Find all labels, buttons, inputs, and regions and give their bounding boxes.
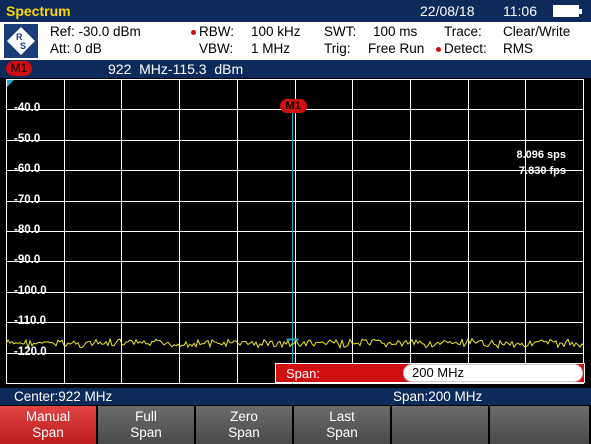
attenuation[interactable]: Att: 0 dB [50, 41, 102, 56]
y-axis-label: -120.0 [14, 346, 47, 358]
trig-label: Trig: [324, 41, 351, 56]
detect-value[interactable]: RMS [503, 41, 533, 56]
center-frequency: Center:922 MHz [14, 389, 113, 404]
trace-value[interactable]: Clear/Write [503, 24, 570, 39]
ref-level-indicator-icon [7, 80, 14, 87]
detect-group: Detect: [436, 41, 487, 56]
battery-icon [553, 5, 582, 17]
svg-text:S: S [20, 41, 26, 51]
vbw-value[interactable]: 1 MHz [251, 41, 290, 56]
y-axis-label: -80.0 [14, 224, 41, 236]
rohde-schwarz-logo-icon: R S [4, 24, 38, 58]
rbw-value[interactable]: 100 kHz [251, 24, 301, 39]
y-axis-label: -110.0 [14, 315, 46, 327]
sweep-rate-fps: 7.830 fps [518, 165, 566, 177]
settings-panel: R S Ref: -30.0 dBm Att: 0 dB RBW: 100 kH… [0, 22, 591, 60]
y-axis-label: -100.0 [14, 285, 47, 297]
y-axis-label: -50.0 [14, 133, 41, 145]
time-display: 11:06 [503, 3, 537, 19]
coupling-dot-icon [436, 46, 441, 52]
softkey-4[interactable]: Last Span [294, 406, 392, 444]
y-axis-label: -70.0 [14, 194, 41, 206]
trace-label: Trace: [444, 24, 482, 39]
marker-tag[interactable]: M1 [6, 61, 32, 76]
softkey-6[interactable] [490, 406, 591, 444]
ref-level[interactable]: Ref: -30.0 dBm [50, 24, 141, 39]
softkey-5[interactable] [392, 406, 490, 444]
softkey-label-line2: Span [228, 425, 260, 440]
softkey-label-line2: Span [130, 425, 162, 440]
swt-label: SWT: [324, 24, 357, 39]
span-input-field[interactable]: 200 MHz [403, 364, 583, 382]
app-title: Spectrum [6, 3, 71, 19]
rbw-group: RBW: [191, 24, 234, 39]
detect-label: Detect: [444, 41, 487, 56]
span-input-label: Span: [286, 366, 320, 381]
span-readout: Span:200 MHz [393, 389, 483, 404]
trig-value[interactable]: Free Run [368, 41, 424, 56]
plot-canvas [6, 79, 584, 384]
rbw-label: RBW: [199, 24, 235, 39]
swt-value[interactable]: 100 ms [373, 24, 417, 39]
softkey-label-line1: Last [329, 409, 355, 424]
softkey-label-line2: Span [326, 425, 358, 440]
vbw-label: VBW: [199, 41, 234, 56]
marker-readout: 922 MHz-115.3 dBm [108, 61, 244, 77]
y-axis-label: -90.0 [14, 254, 41, 266]
softkey-label-line1: Manual [25, 409, 71, 424]
marker-bar [0, 60, 591, 78]
softkey-label-line1: Full [135, 409, 157, 424]
y-axis-label: -40.0 [14, 102, 41, 114]
coupling-dot-icon [191, 29, 196, 35]
softkey-label-line2: Span [32, 425, 64, 440]
softkey-2[interactable]: Full Span [98, 406, 196, 444]
date-display: 22/08/18 [420, 3, 475, 19]
sweep-rate-sps: 8.096 sps [516, 149, 566, 161]
softkey-3[interactable]: Zero Span [196, 406, 294, 444]
softkey-label-line1: Zero [230, 409, 258, 424]
softkey-1[interactable]: Manual Span [0, 406, 98, 444]
y-axis-label: -60.0 [14, 163, 41, 175]
spectrum-plot[interactable]: -40.0 -50.0 -60.0 -70.0 -80.0 -90.0 -100.0 -110… [6, 79, 584, 384]
marker-m1[interactable]: M1 [279, 99, 307, 113]
